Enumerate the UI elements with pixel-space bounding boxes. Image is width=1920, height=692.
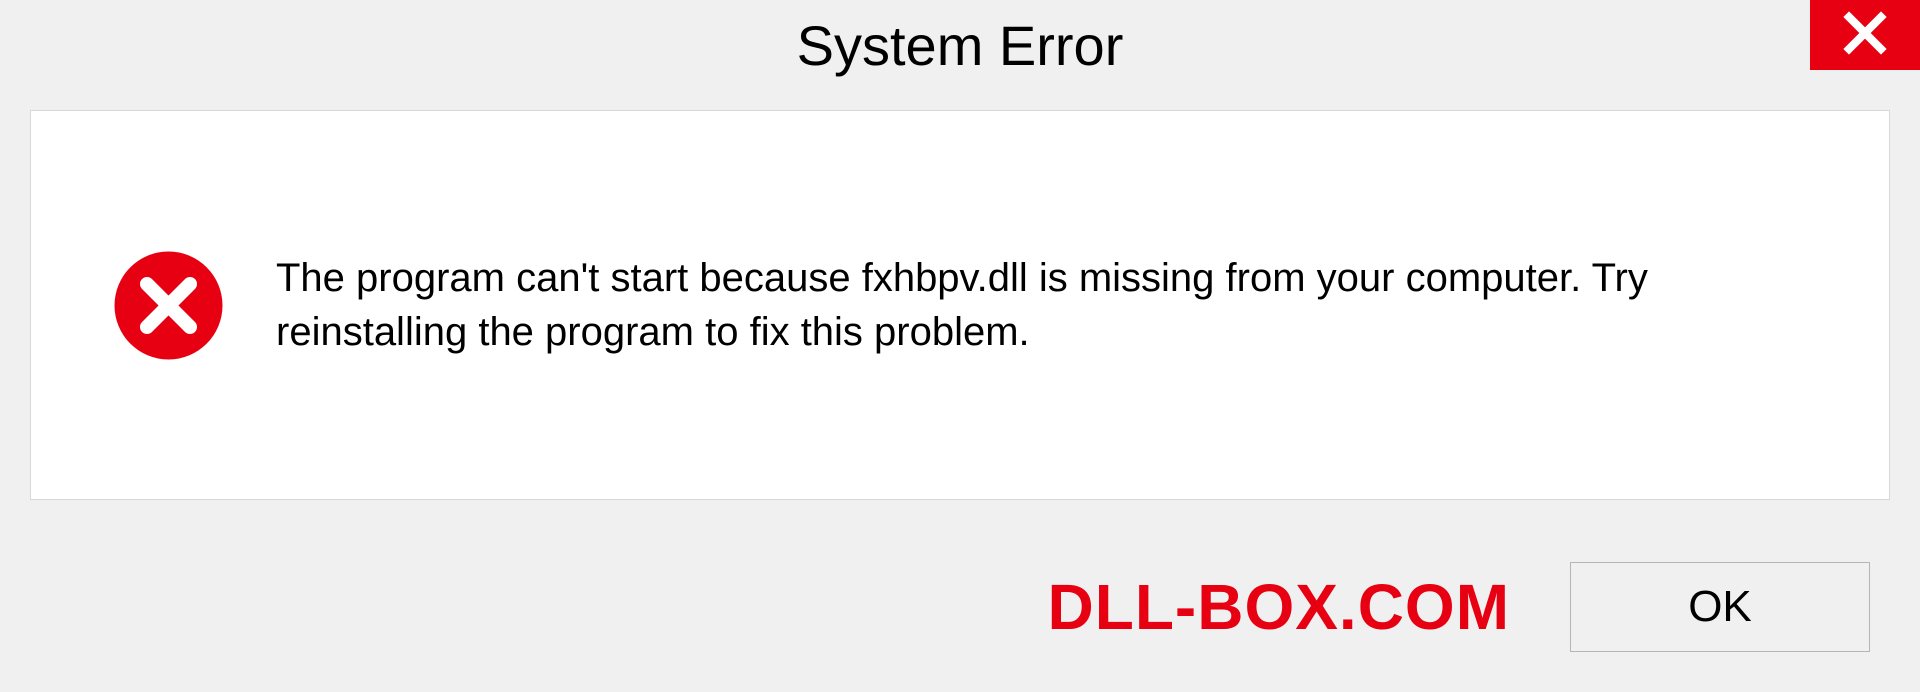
- dialog-footer: DLL-BOX.COM OK: [0, 522, 1920, 692]
- close-button[interactable]: [1810, 0, 1920, 70]
- dialog-title: System Error: [797, 13, 1124, 78]
- close-icon: [1843, 11, 1887, 60]
- ok-button[interactable]: OK: [1570, 562, 1870, 652]
- ok-button-label: OK: [1688, 582, 1752, 632]
- titlebar: System Error: [0, 0, 1920, 90]
- error-icon: [111, 248, 226, 363]
- error-message: The program can't start because fxhbpv.d…: [276, 251, 1849, 359]
- dialog-content: The program can't start because fxhbpv.d…: [30, 110, 1890, 500]
- watermark-text: DLL-BOX.COM: [1048, 570, 1511, 644]
